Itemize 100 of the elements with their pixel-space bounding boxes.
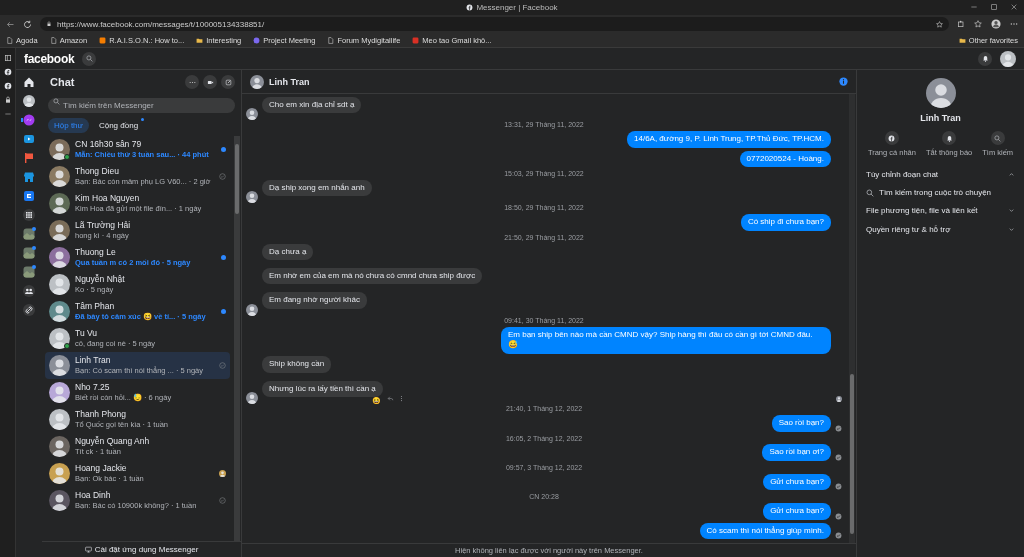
contact-name: Tu Vu	[75, 327, 99, 338]
close-icon[interactable]	[1010, 3, 1018, 11]
profile-icon[interactable]	[991, 19, 1001, 29]
section-header[interactable]: File phương tiện, file và liên kết	[862, 201, 1019, 220]
flag-icon	[23, 152, 35, 164]
profile-avatar	[23, 95, 35, 107]
profile-avatar	[1000, 50, 1016, 67]
contact-name: Thong Dieu	[75, 165, 120, 176]
nav-item[interactable]	[23, 190, 35, 202]
contact-name: Nguyễn Nhật	[75, 273, 126, 284]
favorites-icon[interactable]	[974, 20, 982, 28]
refresh-icon[interactable]	[23, 19, 32, 29]
search-icon	[866, 188, 874, 197]
message-bubble: Sao rồi bạn ơi?	[762, 444, 831, 461]
compose-icon	[224, 78, 232, 86]
contact-name: Kim Hoa Nguyen	[75, 192, 141, 203]
section-header[interactable]: Tùy chỉnh đoạn chat	[862, 165, 1019, 184]
new-message-button[interactable]	[221, 75, 235, 89]
contact-name: Nho 7.25	[75, 381, 111, 392]
window-title: Messenger | Facebook	[476, 3, 558, 12]
message-bubble: Em đang nhờ người khác	[262, 292, 367, 309]
bell-icon	[981, 55, 989, 62]
unread-dot	[221, 255, 226, 260]
url-text: https://www.facebook.com/messages/t/100005134338851/	[57, 19, 265, 29]
facebook-icon	[466, 4, 474, 11]
more-icon[interactable]	[1010, 20, 1018, 28]
new-room-button[interactable]	[203, 75, 217, 89]
tab[interactable]: Cộng đồng	[92, 118, 145, 133]
monitor-icon	[84, 546, 92, 553]
menu-item[interactable]: Tìm kiếm trong cuộc trò chuyện	[862, 184, 1019, 201]
contact-name: Hoa Dinh	[75, 489, 112, 500]
tab[interactable]: Hộp thư	[48, 118, 89, 133]
gaming-icon	[23, 190, 35, 202]
avatar	[49, 463, 70, 484]
avatar	[49, 436, 70, 457]
message-bubble: Cho em xin địa chỉ sdt ạ	[262, 97, 362, 114]
logo[interactable]: facebook	[24, 51, 75, 66]
info-icon[interactable]	[839, 77, 848, 86]
avatar	[49, 328, 70, 349]
nav-item[interactable]	[23, 304, 35, 316]
avatar	[49, 139, 70, 160]
contact-avatar	[925, 78, 956, 108]
message-bubble: Có scam thì nói thẳng giúp mình.	[699, 522, 831, 539]
bell-icon	[945, 134, 953, 142]
grid-icon	[23, 209, 35, 221]
link-icon	[23, 304, 35, 316]
contact-name: CN 16h30 sân 79	[75, 138, 143, 149]
contact-avatar	[250, 74, 264, 89]
nav-item[interactable]	[23, 95, 35, 107]
facebook-icon[interactable]	[3, 68, 12, 76]
lock-icon[interactable]	[3, 96, 12, 104]
nav-item[interactable]	[23, 133, 35, 145]
install-link[interactable]: Cài đặt ứng dụng Messenger	[42, 541, 241, 557]
favorite-icon[interactable]	[936, 20, 943, 28]
maximize-icon[interactable]	[990, 3, 998, 11]
watch-icon	[23, 133, 35, 145]
nav-item[interactable]	[23, 209, 35, 221]
avatar	[49, 220, 70, 241]
group-icon	[23, 228, 35, 240]
messenger-icon	[23, 114, 35, 126]
address-bar[interactable]: https://www.facebook.com/messages/t/100005134338851/	[40, 17, 949, 31]
people-icon	[23, 285, 35, 297]
avatar	[49, 355, 70, 376]
reply-icon[interactable]	[386, 395, 394, 403]
sidebar-icon[interactable]	[3, 54, 12, 62]
contact-name: Linh Tran	[919, 113, 962, 123]
group-icon	[23, 247, 35, 259]
contact-name: Lã Trường Hải	[75, 219, 132, 230]
avatar	[49, 193, 70, 214]
facebook-icon	[888, 134, 896, 142]
notifications-button[interactable]	[978, 51, 992, 66]
market-icon	[23, 171, 35, 183]
nav-item[interactable]	[23, 285, 35, 297]
avatar	[49, 247, 70, 268]
extensions-icon[interactable]	[957, 20, 965, 28]
section-header[interactable]: Quyền riêng tư & hỗ trợ	[862, 220, 1019, 239]
scrollbar[interactable]	[849, 94, 855, 543]
message-bubble: Dạ ship xong em nhắn anh	[262, 180, 372, 197]
scrollbar[interactable]	[234, 136, 240, 541]
lock-icon	[46, 21, 52, 27]
video-icon	[206, 78, 214, 86]
contact-name: Linh Tran	[75, 354, 112, 365]
message-bubble: Em bạn ship bên nào mà cần CMND vậy? Ship hàng thì đâu có cần gì tới CMND đâu. 😅	[501, 326, 831, 354]
back-icon[interactable]	[6, 19, 15, 29]
message-bubble: Gửi chưa bạn?	[763, 503, 831, 520]
avatar	[49, 490, 70, 511]
contact-name[interactable]: Linh Tran	[269, 76, 834, 87]
search-field[interactable]: Tìm kiếm trên Messenger	[48, 98, 235, 113]
message-bubble: Em nhờ em của em mà nó chưa có cmnd chưa ship được	[262, 268, 483, 285]
nav-item[interactable]	[23, 76, 35, 88]
message-bubble: Nhưng lúc ra lấy tiền thì cần ạ	[262, 380, 383, 398]
contact-name: Thanh Phong	[75, 408, 128, 419]
panel-title: Chat	[50, 76, 76, 88]
avatar	[49, 274, 70, 295]
message-bubble: 0772020524 - Hoàng.	[739, 150, 831, 168]
contact-name: Tâm Phan	[75, 300, 116, 311]
search-button[interactable]	[82, 51, 97, 66]
facebook-icon[interactable]	[3, 82, 12, 90]
home-icon	[23, 76, 35, 88]
message-bubble: Ship không cần	[262, 356, 332, 373]
